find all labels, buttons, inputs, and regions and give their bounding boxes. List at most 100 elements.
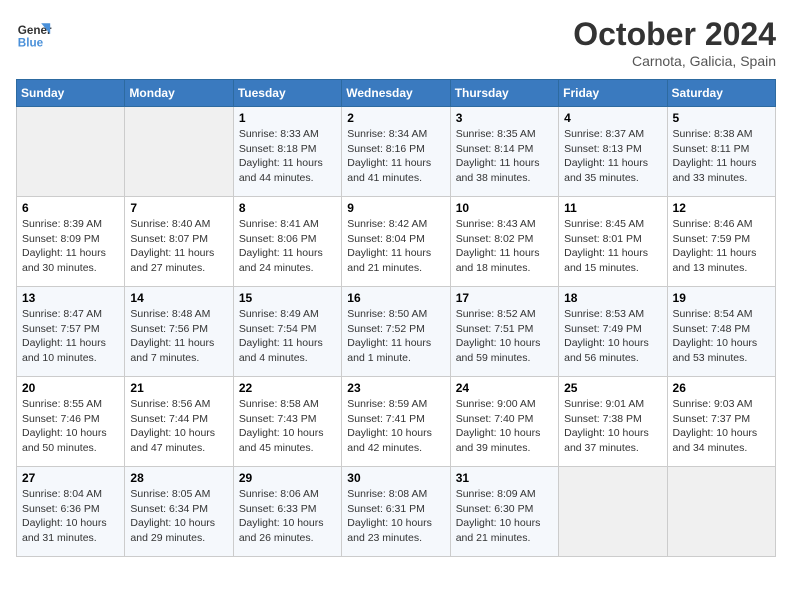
- calendar-cell: 15Sunrise: 8:49 AM Sunset: 7:54 PM Dayli…: [233, 287, 341, 377]
- calendar-cell: 20 Sunrise: 8:55 AM Sunset: 7:46 PM Dayli…: [17, 377, 125, 467]
- day-number: 14: [130, 291, 227, 305]
- day-number: 23: [347, 381, 444, 395]
- day-info: Sunrise: 8:38 AM Sunset: 8:11 PM Dayligh…: [673, 127, 770, 186]
- calendar-week-row: 27 Sunrise: 8:04 AM Sunset: 6:36 PM Dayli…: [17, 467, 776, 557]
- day-info: Sunrise: 8:04 AM Sunset: 6:36 PM Dayligh…: [22, 487, 119, 546]
- day-info: Sunrise: 8:41 AM Sunset: 8:06 PM Dayligh…: [239, 217, 336, 276]
- calendar-cell: 21 Sunrise: 8:56 AM Sunset: 7:44 PM Dayli…: [125, 377, 233, 467]
- weekday-header-wednesday: Wednesday: [342, 80, 450, 107]
- svg-text:Blue: Blue: [18, 37, 44, 50]
- calendar-cell: 1Sunrise: 8:33 AM Sunset: 8:18 PM Daylig…: [233, 107, 341, 197]
- calendar-cell: 10 Sunrise: 8:43 AM Sunset: 8:02 PM Dayli…: [450, 197, 558, 287]
- weekday-header-thursday: Thursday: [450, 80, 558, 107]
- day-number: 12: [673, 201, 770, 215]
- day-info: Sunrise: 8:09 AM Sunset: 6:30 PM Dayligh…: [456, 487, 553, 546]
- day-info: Sunrise: 8:50 AM Sunset: 7:52 PM Dayligh…: [347, 307, 444, 366]
- calendar-cell: 18 Sunrise: 8:53 AM Sunset: 7:49 PM Dayli…: [559, 287, 667, 377]
- page-header: General Blue October 2024 Carnota, Galic…: [16, 16, 776, 69]
- day-number: 29: [239, 471, 336, 485]
- day-info: Sunrise: 8:08 AM Sunset: 6:31 PM Dayligh…: [347, 487, 444, 546]
- logo: General Blue: [16, 16, 52, 52]
- weekday-header-monday: Monday: [125, 80, 233, 107]
- day-info: Sunrise: 8:48 AM Sunset: 7:56 PM Dayligh…: [130, 307, 227, 366]
- calendar-cell: 8 Sunrise: 8:41 AM Sunset: 8:06 PM Daylig…: [233, 197, 341, 287]
- day-number: 4: [564, 111, 661, 125]
- day-info: Sunrise: 8:05 AM Sunset: 6:34 PM Dayligh…: [130, 487, 227, 546]
- day-info: Sunrise: 8:52 AM Sunset: 7:51 PM Dayligh…: [456, 307, 553, 366]
- day-info: Sunrise: 8:40 AM Sunset: 8:07 PM Dayligh…: [130, 217, 227, 276]
- day-info: Sunrise: 8:33 AM Sunset: 8:18 PM Dayligh…: [239, 127, 336, 186]
- day-number: 31: [456, 471, 553, 485]
- calendar-week-row: 1Sunrise: 8:33 AM Sunset: 8:18 PM Daylig…: [17, 107, 776, 197]
- calendar-cell: 11Sunrise: 8:45 AM Sunset: 8:01 PM Dayli…: [559, 197, 667, 287]
- day-number: 15: [239, 291, 336, 305]
- weekday-header-friday: Friday: [559, 80, 667, 107]
- calendar-cell: 28 Sunrise: 8:05 AM Sunset: 6:34 PM Dayli…: [125, 467, 233, 557]
- day-number: 28: [130, 471, 227, 485]
- day-info: Sunrise: 8:37 AM Sunset: 8:13 PM Dayligh…: [564, 127, 661, 186]
- calendar-table: SundayMondayTuesdayWednesdayThursdayFrid…: [16, 79, 776, 557]
- day-number: 21: [130, 381, 227, 395]
- day-number: 24: [456, 381, 553, 395]
- day-info: Sunrise: 9:00 AM Sunset: 7:40 PM Dayligh…: [456, 397, 553, 456]
- calendar-cell: 29 Sunrise: 8:06 AM Sunset: 6:33 PM Dayli…: [233, 467, 341, 557]
- day-number: 2: [347, 111, 444, 125]
- day-info: Sunrise: 8:55 AM Sunset: 7:46 PM Dayligh…: [22, 397, 119, 456]
- day-number: 18: [564, 291, 661, 305]
- day-info: Sunrise: 8:43 AM Sunset: 8:02 PM Dayligh…: [456, 217, 553, 276]
- calendar-week-row: 6 Sunrise: 8:39 AM Sunset: 8:09 PM Daylig…: [17, 197, 776, 287]
- month-title: October 2024: [573, 16, 776, 53]
- day-info: Sunrise: 8:54 AM Sunset: 7:48 PM Dayligh…: [673, 307, 770, 366]
- calendar-cell: 13 Sunrise: 8:47 AM Sunset: 7:57 PM Dayli…: [17, 287, 125, 377]
- day-number: 27: [22, 471, 119, 485]
- day-info: Sunrise: 8:53 AM Sunset: 7:49 PM Dayligh…: [564, 307, 661, 366]
- day-number: 6: [22, 201, 119, 215]
- calendar-cell: 26Sunrise: 9:03 AM Sunset: 7:37 PM Dayli…: [667, 377, 775, 467]
- day-number: 13: [22, 291, 119, 305]
- day-info: Sunrise: 8:42 AM Sunset: 8:04 PM Dayligh…: [347, 217, 444, 276]
- calendar-cell: 12 Sunrise: 8:46 AM Sunset: 7:59 PM Dayli…: [667, 197, 775, 287]
- calendar-cell: 16 Sunrise: 8:50 AM Sunset: 7:52 PM Dayli…: [342, 287, 450, 377]
- weekday-header-saturday: Saturday: [667, 80, 775, 107]
- day-number: 26: [673, 381, 770, 395]
- location: Carnota, Galicia, Spain: [573, 53, 776, 69]
- calendar-cell: [667, 467, 775, 557]
- day-info: Sunrise: 8:39 AM Sunset: 8:09 PM Dayligh…: [22, 217, 119, 276]
- logo-icon: General Blue: [16, 16, 52, 52]
- calendar-cell: 25 Sunrise: 9:01 AM Sunset: 7:38 PM Dayli…: [559, 377, 667, 467]
- day-number: 19: [673, 291, 770, 305]
- calendar-cell: 6 Sunrise: 8:39 AM Sunset: 8:09 PM Daylig…: [17, 197, 125, 287]
- day-info: Sunrise: 8:45 AM Sunset: 8:01 PM Dayligh…: [564, 217, 661, 276]
- day-info: Sunrise: 8:34 AM Sunset: 8:16 PM Dayligh…: [347, 127, 444, 186]
- calendar-cell: [125, 107, 233, 197]
- calendar-cell: 9 Sunrise: 8:42 AM Sunset: 8:04 PM Daylig…: [342, 197, 450, 287]
- calendar-cell: 23 Sunrise: 8:59 AM Sunset: 7:41 PM Dayli…: [342, 377, 450, 467]
- weekday-header-tuesday: Tuesday: [233, 80, 341, 107]
- day-info: Sunrise: 8:46 AM Sunset: 7:59 PM Dayligh…: [673, 217, 770, 276]
- day-number: 22: [239, 381, 336, 395]
- calendar-week-row: 20 Sunrise: 8:55 AM Sunset: 7:46 PM Dayli…: [17, 377, 776, 467]
- calendar-cell: 14 Sunrise: 8:48 AM Sunset: 7:56 PM Dayli…: [125, 287, 233, 377]
- day-info: Sunrise: 9:01 AM Sunset: 7:38 PM Dayligh…: [564, 397, 661, 456]
- day-number: 17: [456, 291, 553, 305]
- calendar-cell: 22Sunrise: 8:58 AM Sunset: 7:43 PM Dayli…: [233, 377, 341, 467]
- day-info: Sunrise: 8:56 AM Sunset: 7:44 PM Dayligh…: [130, 397, 227, 456]
- day-info: Sunrise: 8:59 AM Sunset: 7:41 PM Dayligh…: [347, 397, 444, 456]
- day-number: 25: [564, 381, 661, 395]
- day-number: 30: [347, 471, 444, 485]
- calendar-cell: 24 Sunrise: 9:00 AM Sunset: 7:40 PM Dayli…: [450, 377, 558, 467]
- day-number: 16: [347, 291, 444, 305]
- calendar-cell: [17, 107, 125, 197]
- day-number: 10: [456, 201, 553, 215]
- day-number: 8: [239, 201, 336, 215]
- calendar-cell: 19 Sunrise: 8:54 AM Sunset: 7:48 PM Dayli…: [667, 287, 775, 377]
- day-info: Sunrise: 8:35 AM Sunset: 8:14 PM Dayligh…: [456, 127, 553, 186]
- day-info: Sunrise: 8:47 AM Sunset: 7:57 PM Dayligh…: [22, 307, 119, 366]
- day-number: 9: [347, 201, 444, 215]
- day-info: Sunrise: 8:06 AM Sunset: 6:33 PM Dayligh…: [239, 487, 336, 546]
- calendar-cell: 2 Sunrise: 8:34 AM Sunset: 8:16 PM Daylig…: [342, 107, 450, 197]
- day-number: 20: [22, 381, 119, 395]
- weekday-header-row: SundayMondayTuesdayWednesdayThursdayFrid…: [17, 80, 776, 107]
- calendar-cell: 17 Sunrise: 8:52 AM Sunset: 7:51 PM Dayli…: [450, 287, 558, 377]
- calendar-cell: 31 Sunrise: 8:09 AM Sunset: 6:30 PM Dayli…: [450, 467, 558, 557]
